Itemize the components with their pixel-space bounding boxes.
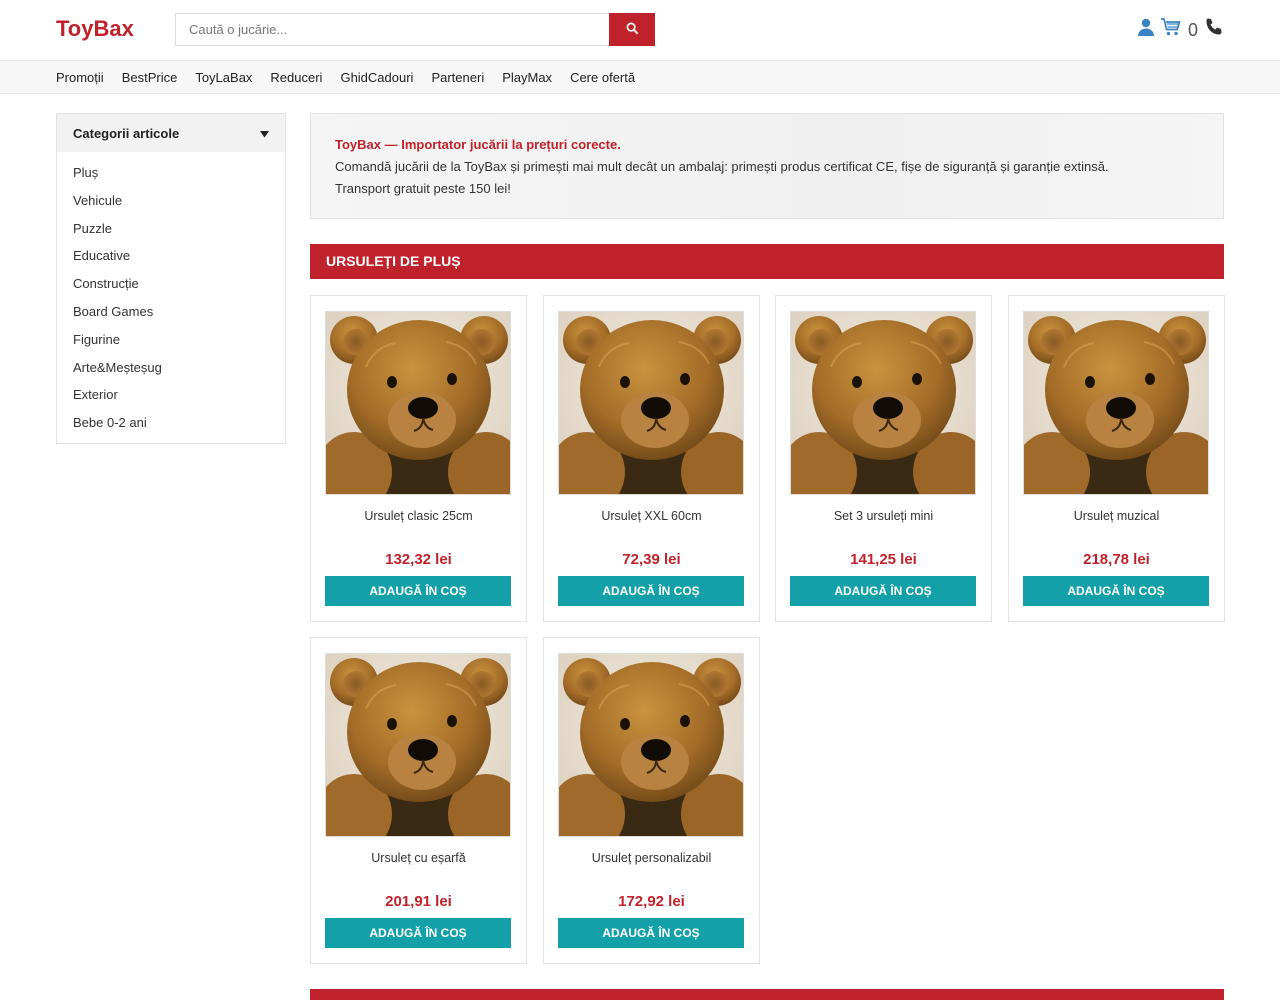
product-name[interactable]: Ursuleț muzical	[1009, 509, 1224, 523]
category-list: Pluș Vehicule Puzzle Educative Construcț…	[57, 152, 285, 443]
product-card: Set 3 ursuleți mini 141,25 lei ADAUGĂ ÎN…	[775, 295, 992, 622]
intro-banner: ToyBax — Importator jucării la prețuri c…	[310, 113, 1224, 219]
intro-headline: ToyBax — Importator jucării la prețuri c…	[335, 137, 621, 152]
site-header: ToyBax 0	[0, 0, 1280, 60]
product-price: 172,92 lei	[618, 893, 685, 910]
product-price: 201,91 lei	[385, 893, 452, 910]
product-card: Ursuleț muzical 218,78 lei ADAUGĂ ÎN COȘ	[1008, 295, 1225, 622]
product-card: Ursuleț clasic 25cm 132,32 lei ADAUGĂ ÎN…	[310, 295, 527, 622]
category-item-constructie[interactable]: Construcție	[73, 270, 285, 298]
product-image[interactable]	[325, 311, 511, 495]
header-icons: 0	[1136, 17, 1224, 43]
intro-text: Comandă jucării de la ToyBax și primești…	[335, 159, 1109, 174]
category-item-plus[interactable]: Pluș	[73, 159, 285, 187]
product-card: Ursuleț cu eșarfă 201,91 lei ADAUGĂ ÎN C…	[310, 637, 527, 964]
nav-item-parteneri[interactable]: Parteneri	[431, 70, 484, 85]
product-name[interactable]: Set 3 ursuleți mini	[776, 509, 991, 523]
search-button[interactable]	[609, 13, 655, 46]
add-to-cart-button[interactable]: ADAUGĂ ÎN COȘ	[558, 918, 744, 948]
category-item-board-games[interactable]: Board Games	[73, 298, 285, 326]
main-nav: Promoții BestPrice ToyLaBax Reduceri Ghi…	[0, 60, 1280, 94]
category-item-educative[interactable]: Educative	[73, 242, 285, 270]
product-image[interactable]	[558, 311, 744, 495]
search-icon	[626, 22, 639, 38]
user-icon[interactable]	[1136, 17, 1156, 43]
category-item-bebe[interactable]: Bebe 0-2 ani	[73, 409, 285, 437]
add-to-cart-button[interactable]: ADAUGĂ ÎN COȘ	[1023, 576, 1209, 606]
sidebar-title: Categorii articole	[73, 125, 180, 141]
search-input[interactable]	[175, 13, 609, 46]
add-to-cart-button[interactable]: ADAUGĂ ÎN COȘ	[790, 576, 976, 606]
nav-item-ghidcadouri[interactable]: GhidCadouri	[340, 70, 413, 85]
product-price: 72,39 lei	[622, 551, 681, 568]
category-item-figurine[interactable]: Figurine	[73, 326, 285, 354]
nav-item-reduceri[interactable]: Reduceri	[270, 70, 322, 85]
phone-icon[interactable]	[1204, 17, 1224, 43]
product-card: Ursuleț personalizabil 172,92 lei ADAUGĂ…	[543, 637, 760, 964]
product-name[interactable]: Ursuleț XXL 60cm	[544, 509, 759, 523]
product-price: 132,32 lei	[385, 551, 452, 568]
category-item-exterior[interactable]: Exterior	[73, 381, 285, 409]
product-image[interactable]	[325, 653, 511, 837]
nav-item-promotii[interactable]: Promoții	[56, 70, 104, 85]
nav-item-toylabax[interactable]: ToyLaBax	[195, 70, 252, 85]
category-item-puzzle[interactable]: Puzzle	[73, 215, 285, 243]
sidebar-header[interactable]: Categorii articole	[57, 114, 285, 152]
product-card: Ursuleț XXL 60cm 72,39 lei ADAUGĂ ÎN COȘ	[543, 295, 760, 622]
nav-item-bestprice[interactable]: BestPrice	[122, 70, 178, 85]
product-image[interactable]	[790, 311, 976, 495]
add-to-cart-button[interactable]: ADAUGĂ ÎN COȘ	[558, 576, 744, 606]
product-image[interactable]	[1023, 311, 1209, 495]
product-name[interactable]: Ursuleț clasic 25cm	[311, 509, 526, 523]
product-name[interactable]: Ursuleț cu eșarfă	[311, 851, 526, 865]
chevron-down-icon	[260, 126, 269, 141]
intro-shipping: Transport gratuit peste 150 lei!	[335, 181, 511, 196]
add-to-cart-button[interactable]: ADAUGĂ ÎN COȘ	[325, 576, 511, 606]
category-sidebar: Categorii articole Pluș Vehicule Puzzle …	[56, 113, 286, 444]
next-section-header	[310, 989, 1224, 1000]
product-price: 141,25 lei	[850, 551, 917, 568]
nav-item-cere-oferta[interactable]: Cere ofertă	[570, 70, 635, 85]
cart-count: 0	[1187, 19, 1198, 40]
category-item-vehicule[interactable]: Vehicule	[73, 187, 285, 215]
product-image[interactable]	[558, 653, 744, 837]
add-to-cart-button[interactable]: ADAUGĂ ÎN COȘ	[325, 918, 511, 948]
category-item-arte-mestesug[interactable]: Arte&Meșteșug	[73, 354, 285, 382]
search-bar	[175, 13, 655, 46]
section-title: URSULEȚI DE PLUȘ	[310, 244, 1224, 279]
nav-item-playmax[interactable]: PlayMax	[502, 70, 552, 85]
cart-icon[interactable]	[1160, 17, 1182, 43]
product-price: 218,78 lei	[1083, 551, 1150, 568]
product-name[interactable]: Ursuleț personalizabil	[544, 851, 759, 865]
site-logo[interactable]: ToyBax	[56, 16, 134, 42]
